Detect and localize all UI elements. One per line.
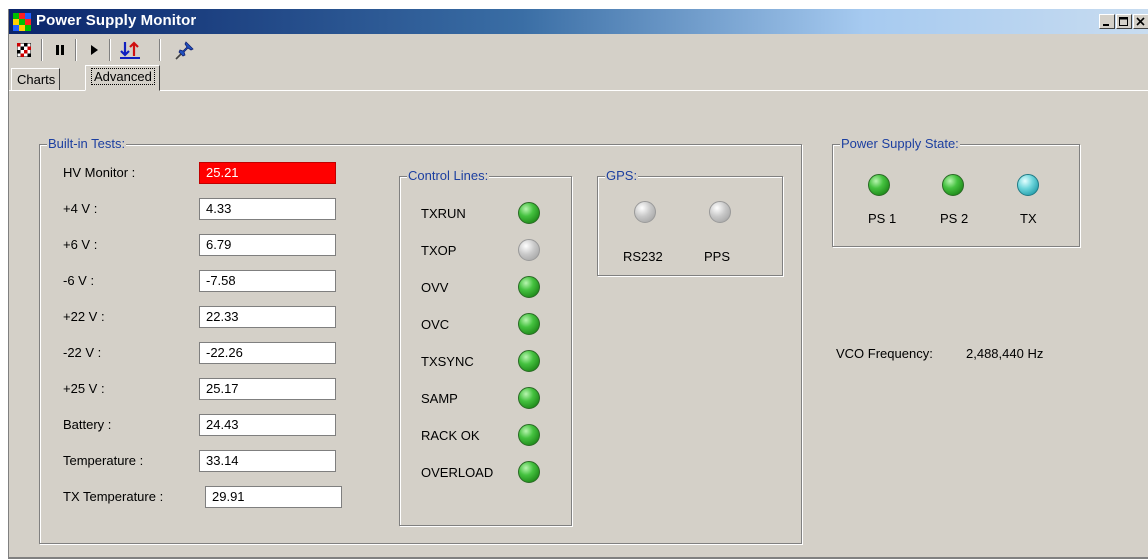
sort-button[interactable] — [117, 38, 143, 62]
pps-label: PPS — [704, 249, 731, 264]
temperature-label: Temperature : — [63, 453, 144, 468]
control-line-label: TXOP — [421, 243, 457, 258]
toolbar-separator — [109, 39, 111, 61]
plus-6v-field: 6.79 — [199, 234, 336, 256]
control-lines-group: Control Lines: TXRUN TXOP OVV OVC TXSYNC… — [399, 168, 572, 526]
play-icon — [91, 45, 98, 55]
control-line-label: RACK OK — [421, 428, 480, 443]
ps1-label: PS 1 — [868, 211, 897, 226]
tx-temperature-label: TX Temperature : — [63, 489, 164, 504]
tx-temperature-field: 29.91 — [205, 486, 342, 508]
txop-led — [518, 239, 540, 261]
tab-charts[interactable]: Charts — [11, 68, 61, 91]
plus-4v-field: 4.33 — [199, 198, 336, 220]
control-line-label: SAMP — [421, 391, 458, 406]
play-button[interactable] — [83, 38, 105, 62]
app-icon — [13, 13, 31, 31]
tab-label: Charts — [17, 72, 56, 87]
sort-arrows-icon — [120, 41, 140, 59]
ps2-label: PS 2 — [940, 211, 969, 226]
builtin-tests-group: Built-in Tests: HV Monitor : 25.21 +4 V … — [39, 136, 802, 544]
samp-led — [518, 387, 540, 409]
pause-button[interactable] — [49, 38, 71, 62]
toolbar — [9, 34, 1148, 65]
control-line-label: OVERLOAD — [421, 465, 494, 480]
control-line-label: TXRUN — [421, 206, 466, 221]
plus-25v-field: 25.17 — [199, 378, 336, 400]
minimize-button[interactable] — [1099, 14, 1115, 29]
tx-label: TX — [1020, 211, 1037, 226]
battery-label: Battery : — [63, 417, 112, 432]
title-bar[interactable]: Power Supply Monitor — [9, 9, 1148, 34]
close-icon — [1136, 17, 1145, 26]
control-line-label: OVV — [421, 280, 449, 295]
tab-label: Advanced — [91, 68, 155, 85]
ovc-led — [518, 313, 540, 335]
minus-6v-label: -6 V : — [63, 273, 95, 288]
ovv-led — [518, 276, 540, 298]
minus-6v-field: -7.58 — [199, 270, 336, 292]
tab-advanced[interactable]: Advanced — [85, 65, 160, 91]
power-supply-state-group: Power Supply State: PS 1 PS 2 TX — [832, 136, 1080, 247]
rack-ok-led — [518, 424, 540, 446]
start-button[interactable] — [13, 38, 35, 62]
group-title: Built-in Tests: — [47, 136, 127, 151]
toolbar-separator — [75, 39, 77, 61]
group-title: Power Supply State: — [840, 136, 960, 151]
control-line-label: TXSYNC — [421, 354, 474, 369]
close-button[interactable] — [1133, 14, 1148, 29]
hv-monitor-field: 25.21 — [199, 162, 336, 184]
checkered-flag-icon — [17, 43, 31, 57]
toolbar-separator — [41, 39, 43, 61]
rs232-label: RS232 — [623, 249, 663, 264]
plus-6v-label: +6 V : — [63, 237, 98, 252]
group-title: GPS: — [605, 168, 639, 183]
temperature-field: 33.14 — [199, 450, 336, 472]
pin-button[interactable] — [173, 38, 197, 62]
pushpin-icon — [175, 41, 194, 60]
rs232-led — [634, 201, 656, 223]
txrun-led — [518, 202, 540, 224]
toolbar-separator — [159, 39, 161, 61]
plus-4v-label: +4 V : — [63, 201, 98, 216]
vco-frequency-label: VCO Frequency: — [836, 346, 933, 361]
group-title: Control Lines: — [407, 168, 490, 183]
minus-22v-label: -22 V : — [63, 345, 102, 360]
minus-22v-field: -22.26 — [199, 342, 336, 364]
minimize-icon — [1103, 24, 1109, 26]
app-window: Power Supply Monitor Charts Advanced Bui… — [8, 9, 1148, 559]
overload-led — [518, 461, 540, 483]
hv-monitor-label: HV Monitor : — [63, 165, 136, 180]
txsync-led — [518, 350, 540, 372]
pause-icon — [56, 45, 64, 55]
window-title: Power Supply Monitor — [36, 12, 197, 29]
gps-group: GPS: RS232 PPS — [597, 168, 783, 276]
plus-25v-label: +25 V : — [63, 381, 105, 396]
tx-led — [1017, 174, 1039, 196]
battery-field: 24.43 — [199, 414, 336, 436]
plus-22v-label: +22 V : — [63, 309, 105, 324]
plus-22v-field: 22.33 — [199, 306, 336, 328]
control-line-label: OVC — [421, 317, 450, 332]
maximize-button[interactable] — [1116, 14, 1132, 29]
vco-frequency-value: 2,488,440 Hz — [966, 346, 1044, 361]
tab-bar: Charts Advanced — [9, 65, 1148, 91]
ps2-led — [942, 174, 964, 196]
ps1-led — [868, 174, 890, 196]
maximize-icon — [1119, 17, 1128, 26]
advanced-panel: Built-in Tests: HV Monitor : 25.21 +4 V … — [9, 90, 1148, 559]
pps-led — [709, 201, 731, 223]
